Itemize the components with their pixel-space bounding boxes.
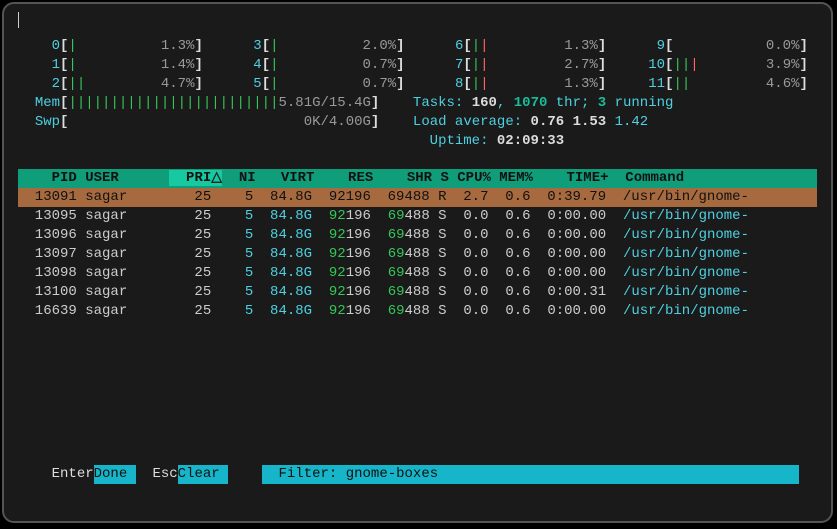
done-action[interactable]: Done (94, 465, 136, 484)
cpu-meters: 0[| 1.3%] 3[| 2.0%] 6[|| 1.3%] 9[ 0.0%] … (18, 37, 817, 94)
filter-input[interactable]: Filter: gnome-boxes (262, 465, 800, 484)
process-row[interactable]: 13098 sagar 25 5 84.8G 92196 69488 S 0.0… (18, 264, 817, 283)
esc-key-label: Esc (152, 465, 177, 484)
uptime-row: Uptime: 02:09:33 (18, 132, 817, 151)
process-row[interactable]: 13096 sagar 25 5 84.8G 92196 69488 S 0.0… (18, 226, 817, 245)
text-cursor (18, 12, 19, 28)
process-row[interactable]: 13095 sagar 25 5 84.8G 92196 69488 S 0.0… (18, 207, 817, 226)
process-row[interactable]: 13097 sagar 25 5 84.8G 92196 69488 S 0.0… (18, 245, 817, 264)
process-row[interactable]: 13100 sagar 25 5 84.8G 92196 69488 S 0.0… (18, 283, 817, 302)
process-table-header[interactable]: PID USER PRI△ NI VIRT RES SHR S CPU% MEM… (18, 169, 817, 188)
process-row[interactable]: 16639 sagar 25 5 84.8G 92196 69488 S 0.0… (18, 302, 817, 321)
terminal-window: 0[| 1.3%] 3[| 2.0%] 6[|| 1.3%] 9[ 0.0%] … (2, 2, 833, 523)
swap-load-row: Swp[ 0K/4.00G] Load average: 0.76 1.53 1… (18, 113, 817, 132)
enter-key-label: Enter (52, 465, 94, 484)
process-list[interactable]: 13091 sagar 25 5 84.8G 92196 69488 R 2.7… (18, 188, 817, 321)
process-row[interactable]: 13091 sagar 25 5 84.8G 92196 69488 R 2.7… (18, 188, 817, 207)
clear-action[interactable]: Clear (178, 465, 228, 484)
footer-bar: EnterDone EscClear Filter: gnome-boxes (18, 446, 817, 503)
mem-swap-row: Mem[|||||||||||||||||||||||||5.81G/15.4G… (18, 94, 817, 113)
